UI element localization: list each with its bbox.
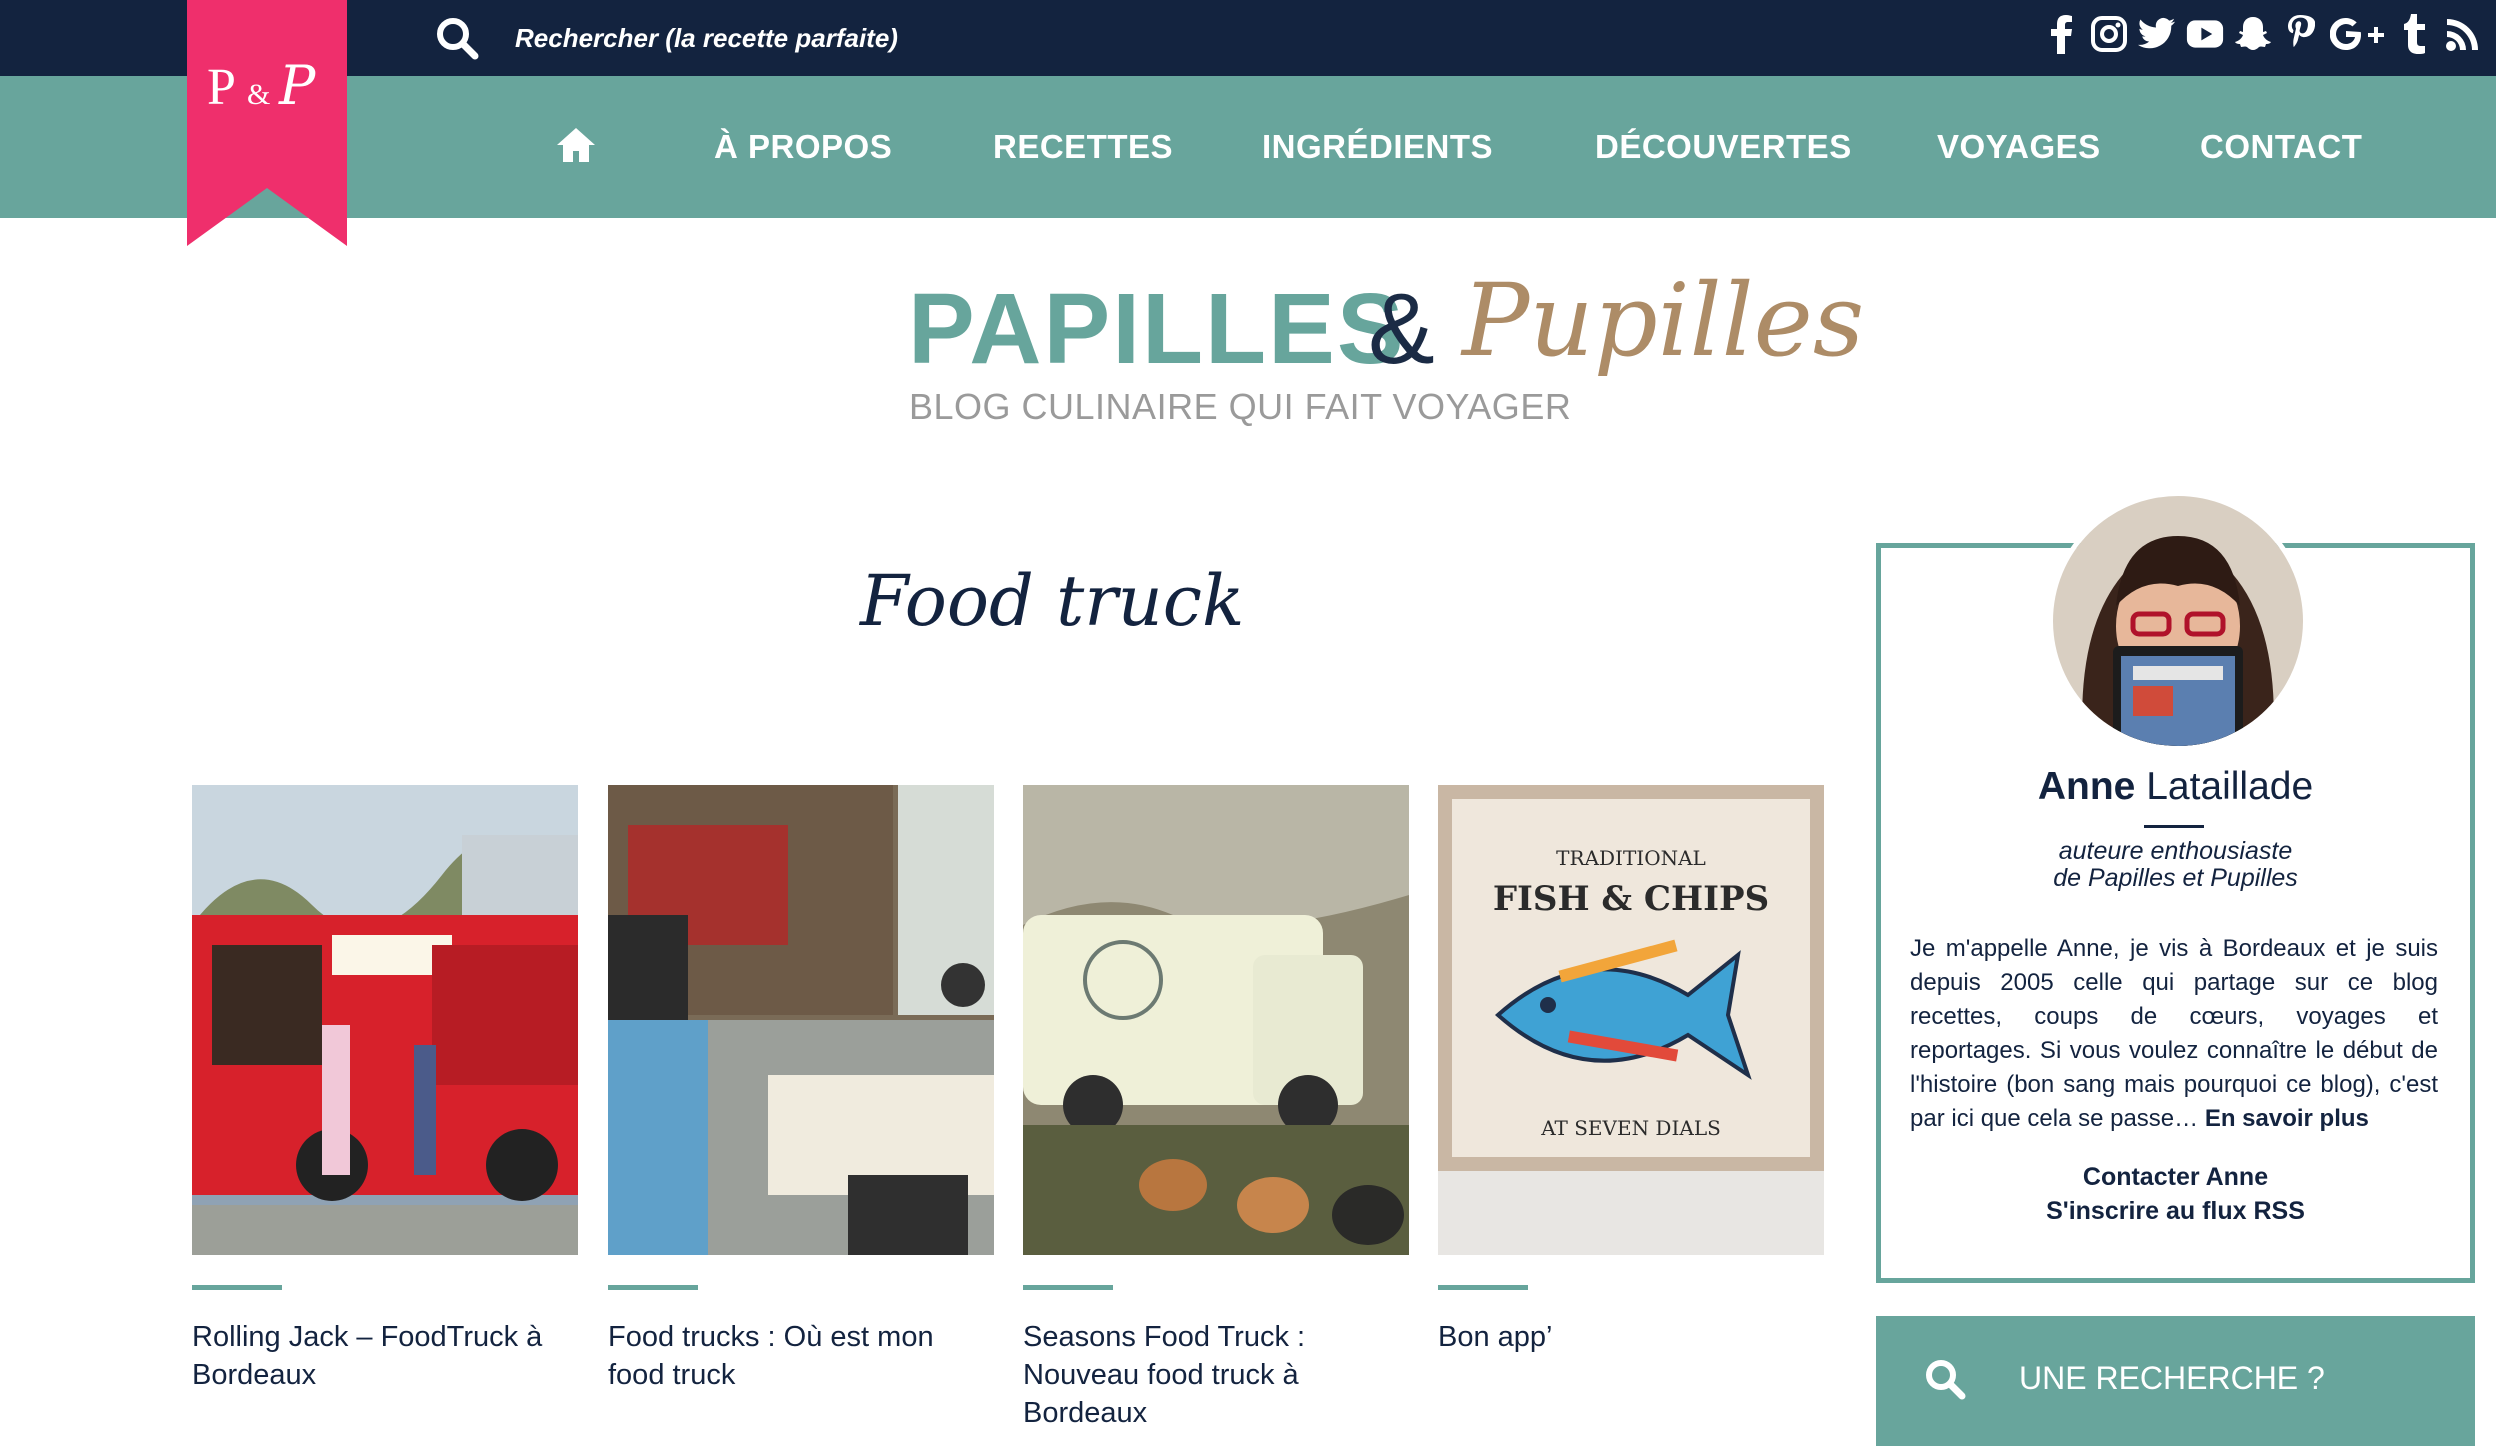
ribbon-logo[interactable]: P & P: [187, 0, 347, 246]
search-icon[interactable]: [435, 16, 479, 60]
logo-word-papilles: PAPILLES: [908, 273, 1406, 385]
post-card[interactable]: Rolling Jack – FoodTruck à Bordeaux: [192, 785, 578, 1394]
post-thumbnail[interactable]: [608, 785, 994, 1255]
title-accent-rule: [608, 1285, 698, 1290]
post-card[interactable]: Food trucks : Où est mon food truck: [608, 785, 994, 1394]
post-thumbnail[interactable]: [192, 785, 578, 1255]
logo-ampersand: &: [1368, 273, 1435, 385]
search-input[interactable]: Rechercher (la recette parfaite): [515, 23, 898, 54]
contact-author-link[interactable]: Contacter Anne: [1876, 1160, 2475, 1194]
author-name: Anne Lataillade: [1876, 765, 2475, 809]
home-icon[interactable]: [555, 126, 597, 164]
read-more-link[interactable]: En savoir plus: [2205, 1105, 2369, 1132]
title-accent-rule: [192, 1285, 282, 1290]
snapchat-icon[interactable]: [2234, 12, 2272, 56]
instagram-icon[interactable]: [2090, 12, 2128, 56]
logo-tagline: BLOG CULINAIRE QUI FAIT VOYAGER: [909, 386, 1572, 427]
social-links: [2042, 12, 2482, 56]
sidebar-search[interactable]: UNE RECHERCHE ?: [1876, 1316, 2475, 1446]
title-accent-rule: [1023, 1285, 1113, 1290]
nav-item-ingredients[interactable]: INGRÉDIENTS: [1262, 76, 1493, 218]
author-links: Contacter Anne S'inscrire au flux RSS: [1876, 1160, 2475, 1228]
nav-item-recettes[interactable]: RECETTES: [993, 76, 1173, 218]
nav-item-decouvertes[interactable]: DÉCOUVERTES: [1595, 76, 1852, 218]
author-divider: [2144, 825, 2204, 828]
post-title[interactable]: Seasons Food Truck : Nouveau food truck …: [1023, 1318, 1409, 1432]
author-subtitle-line: de Papilles et Pupilles: [2053, 864, 2298, 892]
svg-text:P: P: [207, 59, 236, 116]
logo-word-pupilles: Pupilles: [1462, 262, 1865, 379]
nav-item-a-propos[interactable]: À PROPOS: [714, 76, 892, 218]
post-card[interactable]: TRADITIONAL FISH & CHIPS AT SEVEN DIALS …: [1438, 785, 1824, 1356]
author-bio: Je m'appelle Anne, je vis à Bordeaux et …: [1910, 932, 2438, 1136]
sidebar-search-label[interactable]: UNE RECHERCHE ?: [2019, 1360, 2325, 1397]
author-subtitle-line: auteure enthousiaste: [2058, 837, 2293, 865]
author-last-name: Lataillade: [2146, 765, 2314, 808]
rss-subscribe-link[interactable]: S'inscrire au flux RSS: [1876, 1194, 2475, 1228]
main-navigation: À PROPOS RECETTES INGRÉDIENTS DÉCOUVERTE…: [0, 76, 2496, 218]
tumblr-icon[interactable]: [2396, 12, 2434, 56]
author-first-name: Anne: [2037, 765, 2136, 808]
title-accent-rule: [1438, 1285, 1528, 1290]
svg-text:TRADITIONAL: TRADITIONAL: [1556, 846, 1706, 870]
google-plus-icon[interactable]: [2330, 12, 2386, 56]
post-title[interactable]: Bon app’: [1438, 1318, 1824, 1356]
rss-icon[interactable]: [2444, 12, 2482, 56]
pinterest-icon[interactable]: [2282, 12, 2320, 56]
youtube-icon[interactable]: [2186, 12, 2224, 56]
svg-text:&: &: [247, 78, 270, 111]
search-icon[interactable]: [1924, 1358, 1966, 1400]
svg-text:FISH & CHIPS: FISH & CHIPS: [1493, 879, 1769, 919]
top-bar: Rechercher (la recette parfaite): [0, 0, 2496, 76]
post-thumbnail[interactable]: TRADITIONAL FISH & CHIPS AT SEVEN DIALS: [1438, 785, 1824, 1255]
author-avatar: [2048, 491, 2308, 751]
svg-text:AT SEVEN DIALS: AT SEVEN DIALS: [1540, 1116, 1721, 1140]
post-title[interactable]: Rolling Jack – FoodTruck à Bordeaux: [192, 1318, 578, 1394]
category-title: Food truck: [860, 560, 1245, 642]
post-title[interactable]: Food trucks : Où est mon food truck: [608, 1318, 994, 1394]
post-card[interactable]: Seasons Food Truck : Nouveau food truck …: [1023, 785, 1409, 1432]
nav-item-contact[interactable]: CONTACT: [2200, 76, 2362, 218]
facebook-icon[interactable]: [2042, 12, 2080, 56]
author-subtitle: auteure enthousiaste de Papilles et Pupi…: [1876, 838, 2475, 892]
nav-item-voyages[interactable]: VOYAGES: [1937, 76, 2101, 218]
author-bio-text: Je m'appelle Anne, je vis à Bordeaux et …: [1910, 935, 2438, 1132]
post-thumbnail[interactable]: [1023, 785, 1409, 1255]
top-search[interactable]: Rechercher (la recette parfaite): [435, 16, 898, 60]
twitter-icon[interactable]: [2138, 12, 2176, 56]
svg-text:P: P: [278, 54, 317, 117]
